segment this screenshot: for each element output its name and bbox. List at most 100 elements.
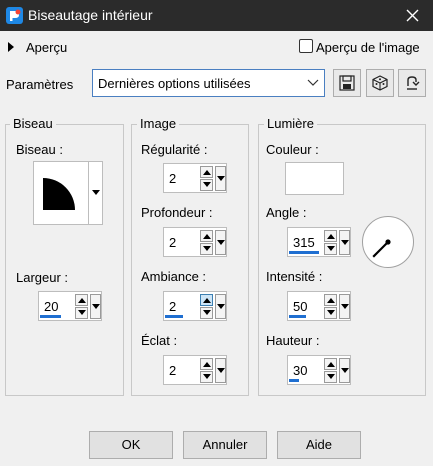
caret-down-icon (92, 304, 100, 309)
cancel-button[interactable]: Annuler (183, 431, 267, 459)
slider-dropdown-button[interactable] (215, 294, 226, 319)
chevron-down-icon (307, 79, 319, 86)
preset-dropdown[interactable]: Dernières options utilisées (92, 69, 325, 97)
intensity-value[interactable]: 50 (293, 299, 307, 314)
save-icon (339, 75, 355, 91)
spin-down-button[interactable] (75, 307, 88, 319)
image-preview-label[interactable]: Aperçu de l'image (316, 40, 420, 55)
spin-down-button[interactable] (324, 243, 337, 255)
reset-preset-button[interactable] (398, 69, 426, 97)
width-value[interactable]: 20 (44, 299, 58, 314)
slider-dropdown-button[interactable] (339, 230, 350, 255)
caret-down-icon (341, 368, 349, 373)
bevel-group-title: Biseau (10, 116, 56, 131)
angle-dial[interactable] (361, 215, 415, 269)
spin-down-button[interactable] (200, 307, 213, 319)
spin-up-button[interactable] (324, 230, 337, 242)
intensity-level-bar (289, 315, 306, 318)
caret-down-icon (327, 246, 335, 251)
spin-up-button[interactable] (200, 166, 213, 178)
angle-level-bar (289, 251, 319, 254)
spin-up-button[interactable] (200, 230, 213, 242)
caret-up-icon (203, 362, 211, 367)
caret-up-icon (327, 362, 335, 367)
caret-up-icon (203, 298, 211, 303)
preview-toggle-label[interactable]: Aperçu (26, 40, 67, 55)
parameters-label: Paramètres (6, 77, 74, 92)
close-button[interactable] (393, 0, 433, 31)
regularity-spinner[interactable]: 2 (163, 163, 227, 193)
caret-down-icon (217, 304, 225, 309)
caret-down-icon (217, 368, 225, 373)
ok-button[interactable]: OK (89, 431, 173, 459)
slider-dropdown-button[interactable] (215, 230, 226, 255)
slider-dropdown-button[interactable] (339, 358, 350, 383)
height-level-bar (289, 379, 299, 382)
image-group-title: Image (137, 116, 180, 131)
color-label: Couleur : (266, 142, 319, 157)
dice-icon (372, 75, 388, 91)
reset-icon (407, 76, 420, 90)
spin-up-button[interactable] (200, 294, 213, 306)
random-preset-button[interactable] (366, 69, 394, 97)
caret-up-icon (203, 234, 211, 239)
spin-down-button[interactable] (200, 371, 213, 383)
spin-down-button[interactable] (200, 179, 213, 191)
slider-dropdown-button[interactable] (90, 294, 101, 319)
caret-down-icon (78, 310, 86, 315)
light-color-swatch[interactable] (285, 162, 344, 195)
depth-spinner[interactable]: 2 (163, 227, 227, 257)
height-spinner[interactable]: 30 (287, 355, 351, 385)
title-bar: Biseautage intérieur (0, 0, 433, 31)
expand-arrow-icon[interactable] (8, 42, 14, 52)
app-logo-icon (6, 7, 23, 24)
width-label: Largeur : (16, 270, 69, 285)
caret-down-icon (203, 374, 211, 379)
caret-down-icon (327, 374, 335, 379)
caret-down-icon (92, 190, 100, 195)
angle-value[interactable]: 315 (293, 235, 315, 250)
height-value[interactable]: 30 (293, 363, 307, 378)
angle-label: Angle : (266, 205, 307, 220)
spin-up-button[interactable] (324, 358, 337, 370)
save-preset-button[interactable] (333, 69, 361, 97)
angle-spinner[interactable]: 315 (287, 227, 351, 257)
width-level-bar (40, 315, 61, 318)
light-group-title: Lumière (264, 116, 317, 131)
caret-down-icon (217, 176, 225, 181)
quarter-circle-shape-icon (43, 178, 75, 210)
bevel-shape-label: Biseau : (16, 142, 63, 157)
caret-down-icon (203, 310, 211, 315)
slider-dropdown-button[interactable] (215, 358, 226, 383)
spin-down-button[interactable] (324, 307, 337, 319)
glare-value[interactable]: 2 (169, 363, 176, 378)
caret-down-icon (217, 240, 225, 245)
caret-up-icon (203, 170, 211, 175)
bevel-shape-preview[interactable] (33, 161, 91, 225)
ambiance-label: Ambiance : (141, 269, 207, 284)
spin-down-button[interactable] (324, 371, 337, 383)
regularity-value[interactable]: 2 (169, 171, 176, 186)
help-button[interactable]: Aide (277, 431, 361, 459)
spin-down-button[interactable] (200, 243, 213, 255)
caret-down-icon (327, 310, 335, 315)
window-title: Biseautage intérieur (28, 7, 153, 23)
glare-spinner[interactable]: 2 (163, 355, 227, 385)
width-spinner[interactable]: 20 (38, 291, 102, 321)
spin-up-button[interactable] (200, 358, 213, 370)
caret-down-icon (203, 182, 211, 187)
slider-dropdown-button[interactable] (215, 166, 226, 191)
depth-value[interactable]: 2 (169, 235, 176, 250)
spin-up-button[interactable] (324, 294, 337, 306)
intensity-spinner[interactable]: 50 (287, 291, 351, 321)
caret-up-icon (78, 298, 86, 303)
caret-up-icon (327, 234, 335, 239)
ambiance-spinner[interactable]: 2 (163, 291, 227, 321)
ambiance-value[interactable]: 2 (169, 299, 176, 314)
spin-up-button[interactable] (75, 294, 88, 306)
caret-down-icon (203, 246, 211, 251)
slider-dropdown-button[interactable] (339, 294, 350, 319)
close-icon (406, 9, 419, 22)
bevel-shape-dropdown[interactable] (88, 161, 103, 225)
image-preview-checkbox[interactable] (299, 39, 313, 53)
